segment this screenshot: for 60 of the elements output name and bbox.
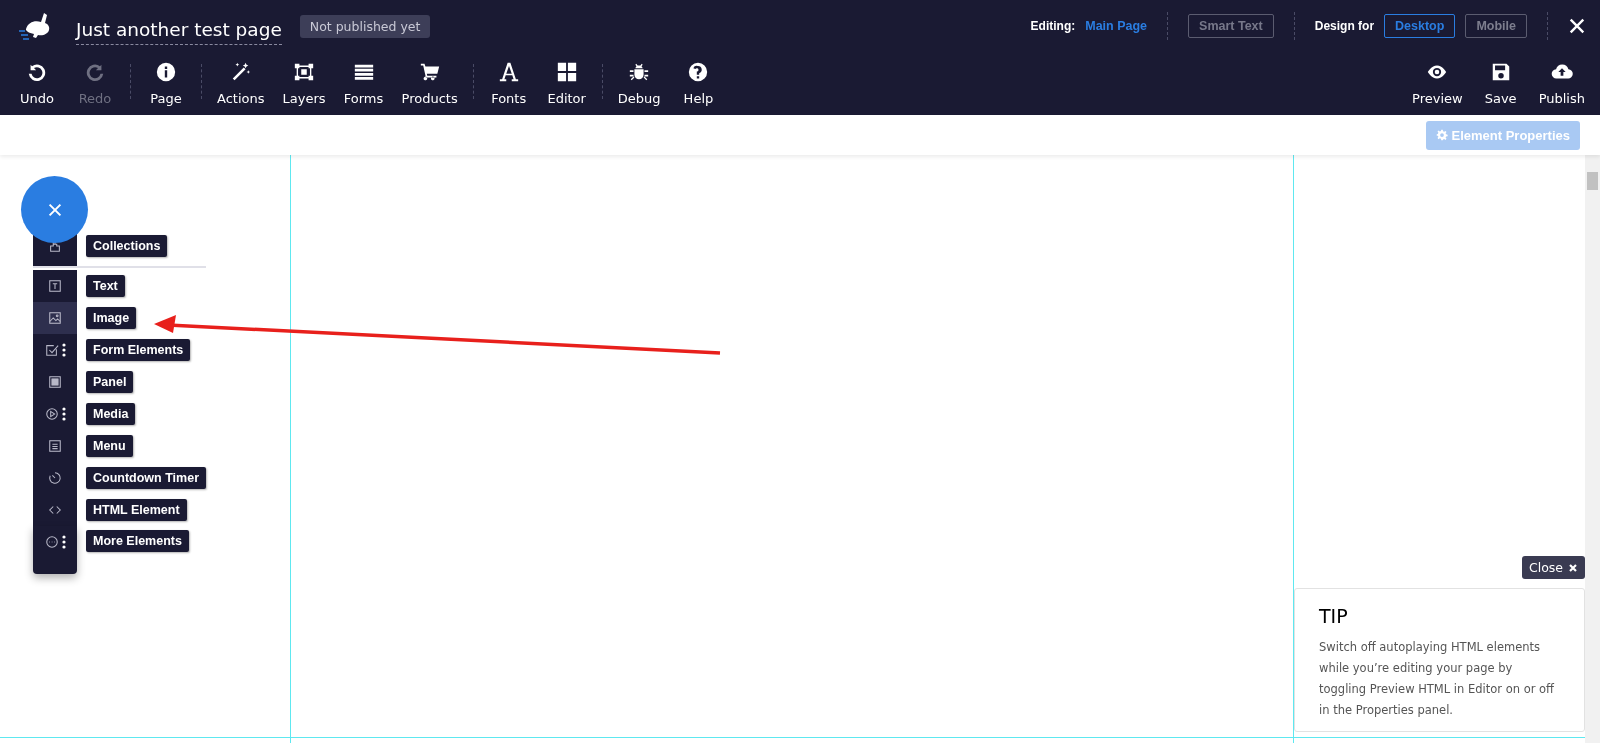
- grid-icon: [555, 61, 578, 83]
- play-icon: [44, 407, 59, 421]
- image-icon: [48, 311, 62, 325]
- element-type-label[interactable]: Panel: [86, 371, 134, 393]
- toolbar-button[interactable]: Undo: [8, 52, 66, 115]
- element-type-label[interactable]: More Elements: [86, 530, 189, 552]
- close-tip-button[interactable]: Close: [1521, 556, 1585, 579]
- cart-icon: [418, 61, 441, 83]
- checkbox-icon: [44, 343, 59, 357]
- element-type-label[interactable]: Menu: [86, 435, 133, 457]
- toolbar-button[interactable]: Fonts: [479, 52, 538, 115]
- toolbar-button[interactable]: Debug: [608, 52, 670, 115]
- element-type-label[interactable]: Countdown Timer: [86, 467, 206, 489]
- code-icon: [48, 503, 62, 517]
- help-icon: [687, 61, 710, 83]
- panel-icon: [48, 375, 62, 389]
- scrollbar[interactable]: [1585, 155, 1600, 743]
- page-title[interactable]: Just another test page: [76, 15, 282, 45]
- more-options-icon: [61, 407, 66, 421]
- toolbar-button[interactable]: Page: [137, 52, 195, 115]
- toolbar-button[interactable]: Save: [1471, 52, 1530, 115]
- element-type-button[interactable]: [33, 334, 77, 366]
- editing-label: Editing:: [1030, 19, 1076, 33]
- element-type-label[interactable]: Text: [86, 275, 125, 297]
- device-toggle[interactable]: Desktop: [1384, 14, 1456, 38]
- layers-icon: [293, 61, 315, 83]
- more-options-icon: [61, 535, 66, 549]
- element-type-label[interactable]: Collections: [86, 235, 168, 257]
- element-type-label[interactable]: Form Elements: [86, 339, 191, 361]
- toolbar-button[interactable]: Forms: [334, 52, 393, 115]
- editing-target-link[interactable]: Main Page: [1085, 19, 1148, 33]
- element-type-label[interactable]: Image: [86, 307, 137, 329]
- toolbar-button[interactable]: Editor: [537, 52, 596, 115]
- toolbar-button[interactable]: Preview: [1403, 52, 1472, 115]
- device-toggle[interactable]: Mobile: [1465, 14, 1527, 38]
- toolbar-button[interactable]: Products: [392, 52, 467, 115]
- close-icon[interactable]: [1568, 17, 1586, 35]
- menu-icon: [48, 439, 62, 453]
- toolbar-button[interactable]: Actions: [208, 52, 274, 115]
- close-icon: [1568, 562, 1578, 573]
- element-type-label[interactable]: HTML Element: [86, 499, 187, 521]
- bug-icon: [628, 61, 651, 83]
- design-for-label: Design for: [1314, 19, 1375, 33]
- element-type-button[interactable]: [33, 302, 77, 334]
- toolbar-button[interactable]: Layers: [273, 52, 335, 115]
- element-type-button[interactable]: [33, 526, 77, 574]
- more-icon: [44, 535, 59, 549]
- element-type-button[interactable]: [33, 270, 77, 302]
- timer-icon: [48, 471, 62, 485]
- font-icon: [497, 61, 520, 83]
- more-options-icon: [61, 343, 66, 357]
- toolbar-button[interactable]: Help: [669, 52, 728, 115]
- tip-title: TIP: [1319, 605, 1349, 627]
- info-icon: [155, 61, 177, 83]
- status-badge: Not published yet: [299, 14, 431, 38]
- toolbar-button[interactable]: Publish: [1529, 52, 1594, 115]
- gear-icon: [1435, 129, 1448, 141]
- text-icon: [48, 279, 62, 293]
- element-type-label[interactable]: Media: [86, 403, 136, 425]
- tip-text: Switch off autoplaying HTML elements while you’re editing your page by toggling Preview HTML in Editor on or off in the Properties panel.: [1319, 639, 1556, 719]
